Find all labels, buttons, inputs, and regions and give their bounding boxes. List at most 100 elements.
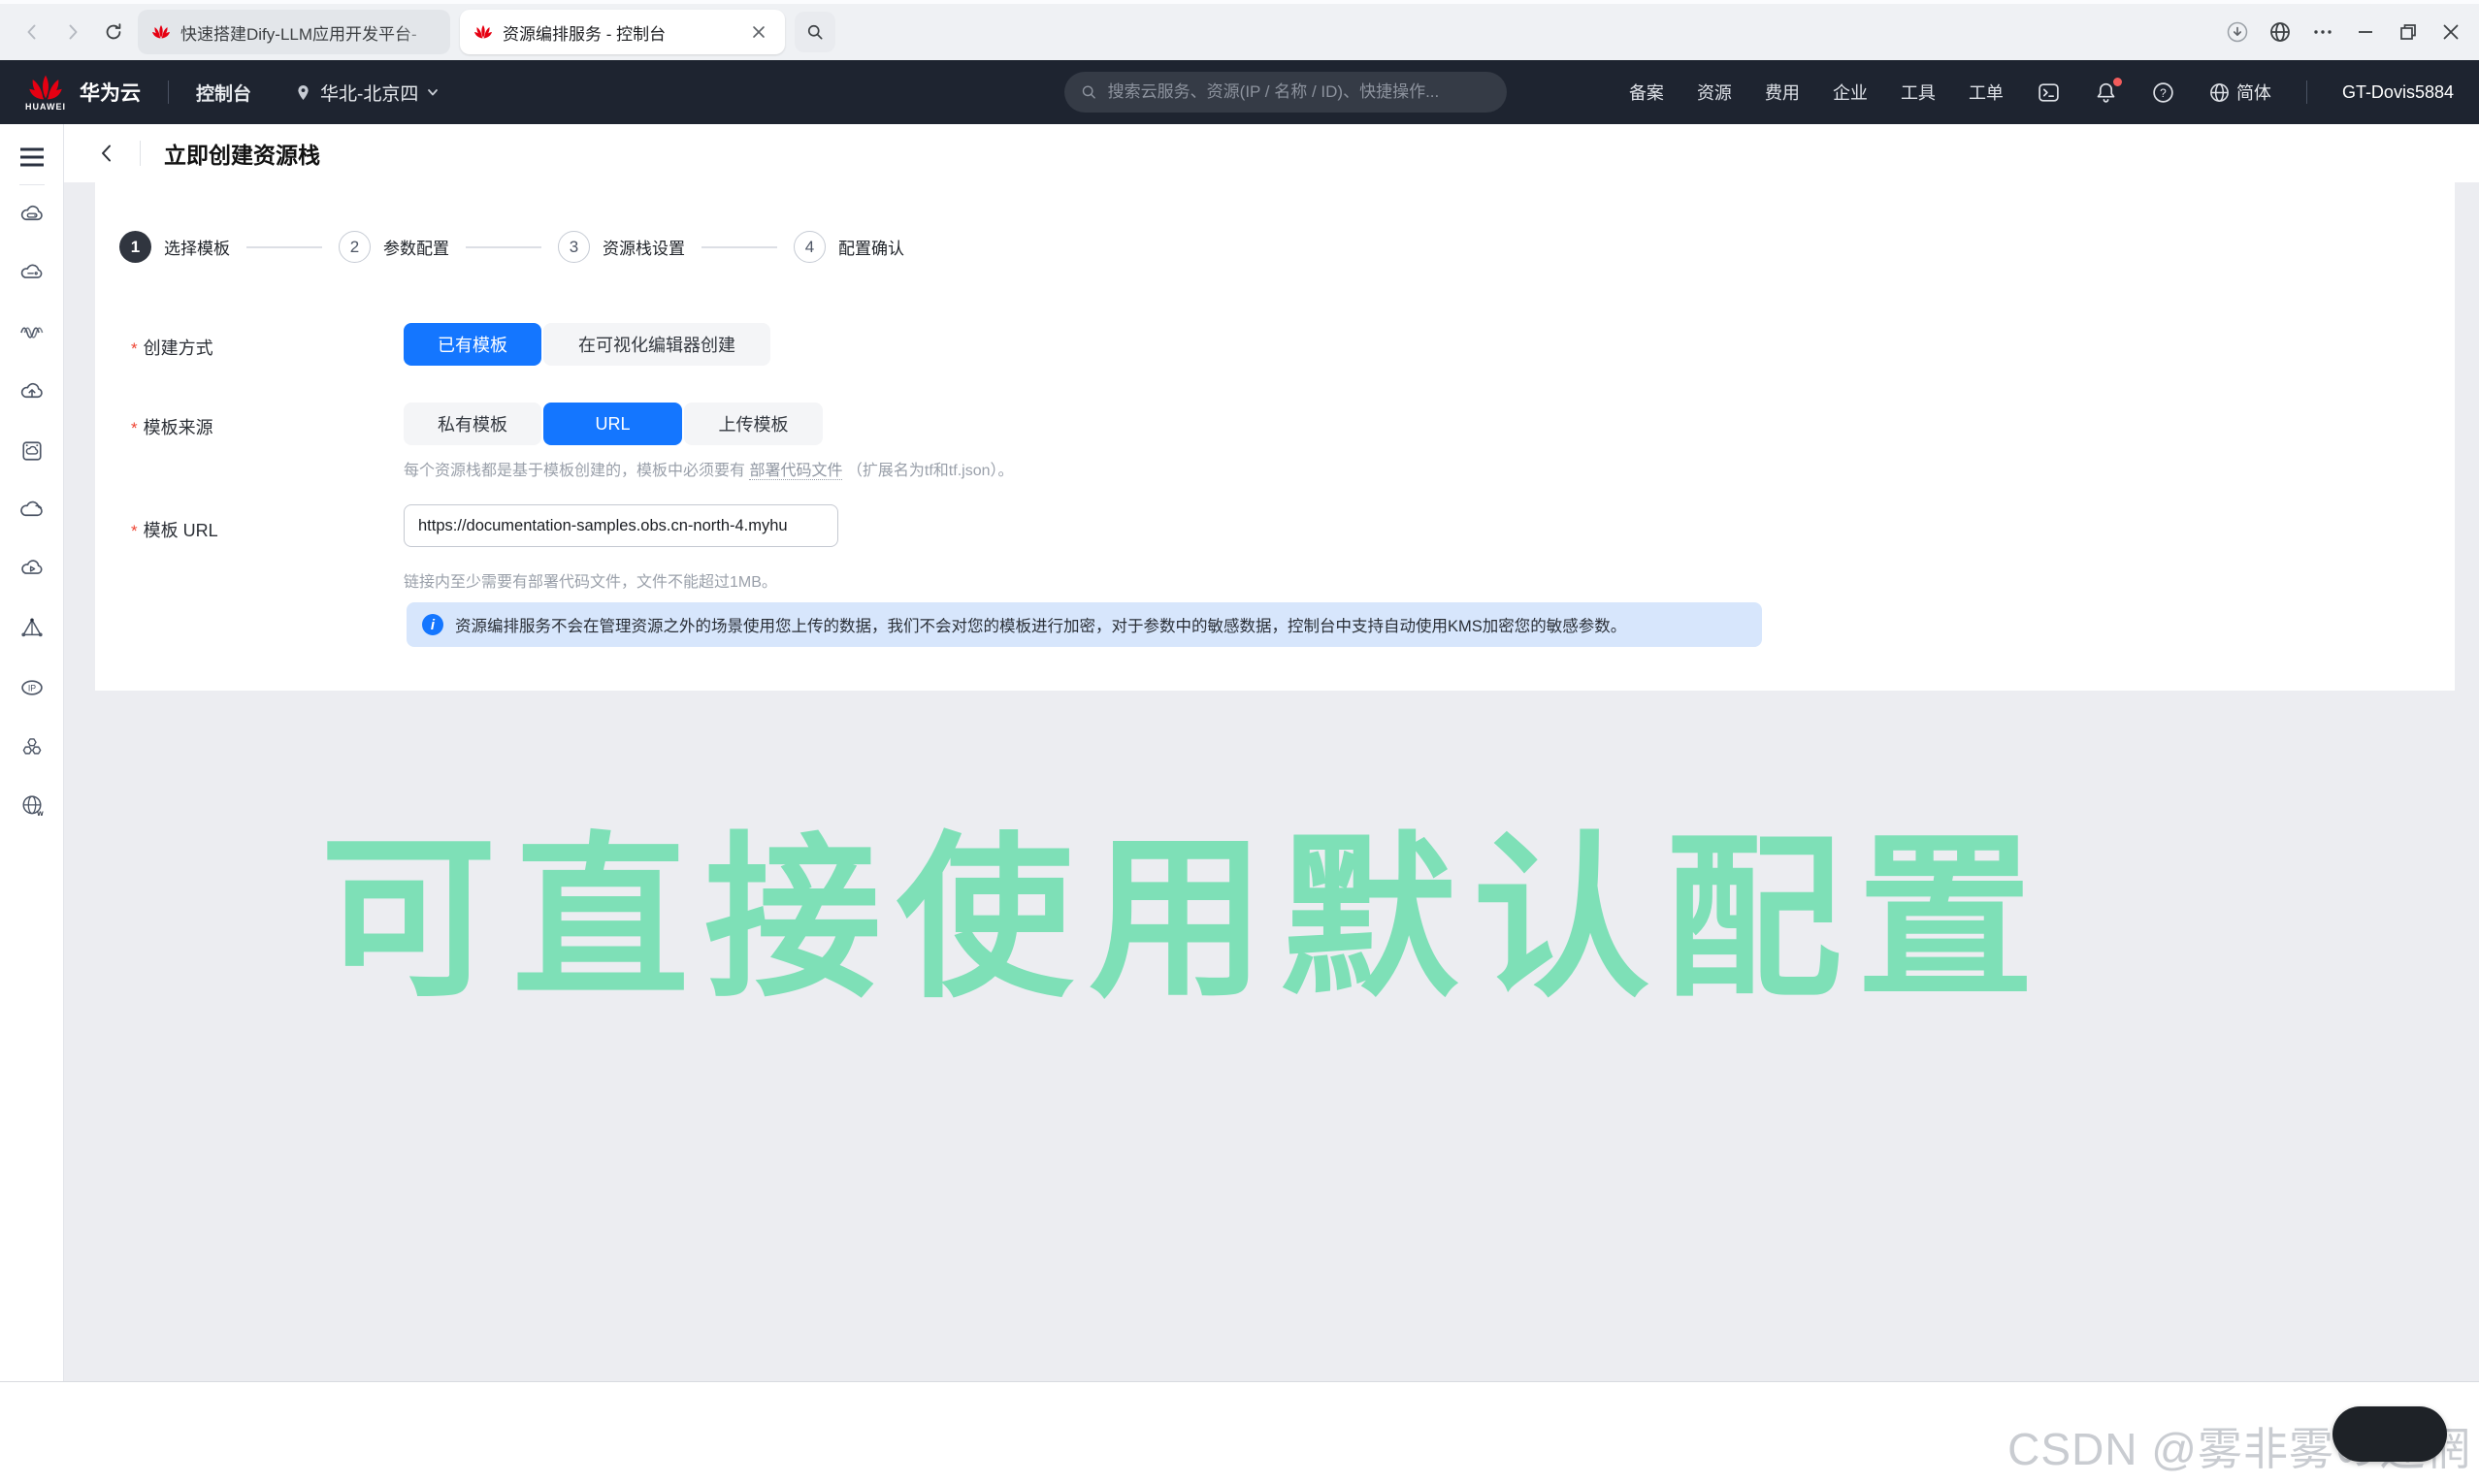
window-restore-button[interactable] — [2392, 16, 2425, 48]
sidebar-menu-button[interactable] — [18, 144, 46, 171]
sidebar-item-cloud-console[interactable] — [18, 260, 46, 287]
chevron-down-icon — [426, 85, 440, 99]
reload-icon — [103, 21, 124, 43]
back-icon[interactable] — [97, 144, 116, 163]
region-selector[interactable]: 华北-北京四 — [294, 80, 440, 106]
step-3-circle: 3 — [558, 231, 590, 263]
step-1-circle: 1 — [119, 231, 151, 263]
search-icon — [805, 22, 825, 42]
language-selector[interactable]: 简体 — [2208, 80, 2271, 105]
brand-name: 华为云 — [80, 78, 141, 107]
sidebar-item-eip[interactable]: IP — [18, 674, 46, 701]
tab-close-button[interactable] — [746, 19, 771, 45]
eip-icon: IP — [18, 674, 46, 701]
console-search[interactable] — [1064, 72, 1507, 113]
close-icon — [2442, 23, 2460, 41]
cli-button[interactable] — [2037, 81, 2061, 105]
container-cloud-icon — [18, 437, 46, 465]
brand-sub-label: HUAWEI — [25, 103, 66, 112]
window-close-button[interactable] — [2434, 16, 2467, 48]
sidebar-item-container-cloud[interactable] — [18, 437, 46, 465]
svg-text:IP: IP — [27, 683, 35, 693]
brand[interactable]: HUAWEI 华为云 — [25, 73, 141, 112]
browser-chrome: 快速搭建Dify-LLM应用开发平台- 资源编排服务 - 控制台 — [0, 0, 2479, 60]
account-name[interactable]: GT-Dovis5884 — [2342, 82, 2454, 103]
help-button[interactable]: ? — [2151, 81, 2175, 105]
cluster-icon — [18, 733, 46, 760]
cloud-media-icon — [18, 556, 46, 583]
huawei-favicon — [473, 22, 493, 42]
option-existing-template[interactable]: 已有模板 — [404, 323, 541, 366]
search-input[interactable] — [1108, 82, 1491, 102]
globe-icon — [2268, 20, 2292, 44]
page-title-bar: 立即创建资源栈 — [64, 124, 2479, 182]
sidebar-item-network-waves[interactable] — [18, 319, 46, 346]
title-divider — [140, 141, 141, 166]
download-button[interactable] — [2221, 16, 2254, 48]
svg-text:w: w — [36, 809, 44, 818]
step-3-label: 资源栈设置 — [603, 235, 685, 259]
terminal-icon — [2037, 81, 2061, 105]
option-upload-template[interactable]: 上传模板 — [684, 403, 823, 445]
step-1-label: 选择模板 — [164, 235, 230, 259]
notifications-button[interactable] — [2094, 81, 2118, 105]
create-stack-card: 1 选择模板 2 参数配置 3 资源栈设置 4 配置确认 *创建方式 已有模板 … — [95, 182, 2455, 691]
menu-item-beian[interactable]: 备案 — [1629, 80, 1664, 105]
sidebar-item-web-globe[interactable]: w — [18, 792, 46, 820]
browser-globe-button[interactable] — [2264, 16, 2297, 48]
screen: 快速搭建Dify-LLM应用开发平台- 资源编排服务 - 控制台 — [0, 0, 2479, 1484]
cloud-console-icon — [18, 260, 46, 287]
browser-menu-button[interactable] — [2306, 16, 2339, 48]
sidebar-item-cloud-media[interactable] — [18, 556, 46, 583]
menu-item-enterprise[interactable]: 企业 — [1833, 80, 1868, 105]
option-visual-editor[interactable]: 在可视化编辑器创建 — [543, 323, 770, 366]
step-indicator: 1 选择模板 2 参数配置 3 资源栈设置 4 配置确认 — [119, 231, 904, 263]
template-source-hint: 每个资源栈都是基于模板创建的，模板中必须要有 部署代码文件 （扩展名为tf和tf… — [404, 457, 1014, 480]
menu-item-tickets[interactable]: 工单 — [1969, 80, 2004, 105]
template-url-input[interactable] — [404, 504, 838, 547]
web-globe-icon: w — [18, 792, 46, 820]
create-mode-label: *创建方式 — [131, 335, 213, 360]
info-icon: i — [422, 614, 443, 635]
template-url-hint: 链接内至少需要有部署代码文件，文件不能超过1MB。 — [404, 568, 777, 592]
step-4-circle: 4 — [794, 231, 826, 263]
sidebar-item-cloud-server[interactable] — [18, 201, 46, 228]
sidebar-divider — [19, 184, 45, 185]
browser-tab-rfs[interactable]: 资源编排服务 - 控制台 — [460, 10, 785, 54]
floating-pill-button[interactable] — [2332, 1406, 2447, 1462]
create-mode-options: 已有模板 在可视化编辑器创建 — [404, 323, 770, 366]
option-url[interactable]: URL — [543, 403, 682, 445]
menu-item-tools[interactable]: 工具 — [1901, 80, 1936, 105]
close-icon — [752, 25, 766, 39]
option-private-template[interactable]: 私有模板 — [404, 403, 541, 445]
sidebar-item-cluster[interactable] — [18, 733, 46, 760]
ellipsis-icon — [2312, 21, 2333, 43]
menu-item-resources[interactable]: 资源 — [1697, 80, 1732, 105]
sidebar-item-cloud-upload[interactable] — [18, 378, 46, 405]
browser-back-button[interactable] — [16, 16, 49, 48]
step-connector — [466, 246, 541, 248]
svg-text:?: ? — [2160, 85, 2167, 99]
notification-dot — [2113, 78, 2122, 86]
browser-reload-button[interactable] — [97, 16, 130, 48]
sidebar-item-cloud[interactable] — [18, 497, 46, 524]
minimize-icon — [2356, 22, 2375, 42]
browser-forward-button[interactable] — [56, 16, 89, 48]
back-icon — [22, 22, 42, 42]
menu-item-billing[interactable]: 费用 — [1765, 80, 1800, 105]
language-label: 简体 — [2236, 80, 2271, 105]
search-icon — [1080, 82, 1098, 102]
step-2-label: 参数配置 — [383, 235, 449, 259]
network-waves-icon — [18, 319, 46, 346]
restore-icon — [2398, 22, 2418, 42]
globe-icon — [2208, 81, 2231, 104]
tab-search-button[interactable] — [795, 12, 835, 52]
sidebar-item-topology[interactable] — [18, 615, 46, 642]
deploy-code-file-link[interactable]: 部署代码文件 — [749, 463, 842, 480]
console-link[interactable]: 控制台 — [196, 80, 251, 106]
required-marker: * — [131, 522, 138, 540]
page-title: 立即创建资源栈 — [164, 137, 320, 170]
header-menu: 备案 资源 费用 企业 工具 工单 ? 简体 GT-Dovis5884 — [1629, 80, 2454, 105]
window-minimize-button[interactable] — [2349, 16, 2382, 48]
browser-tab-dify[interactable]: 快速搭建Dify-LLM应用开发平台- — [138, 10, 450, 54]
